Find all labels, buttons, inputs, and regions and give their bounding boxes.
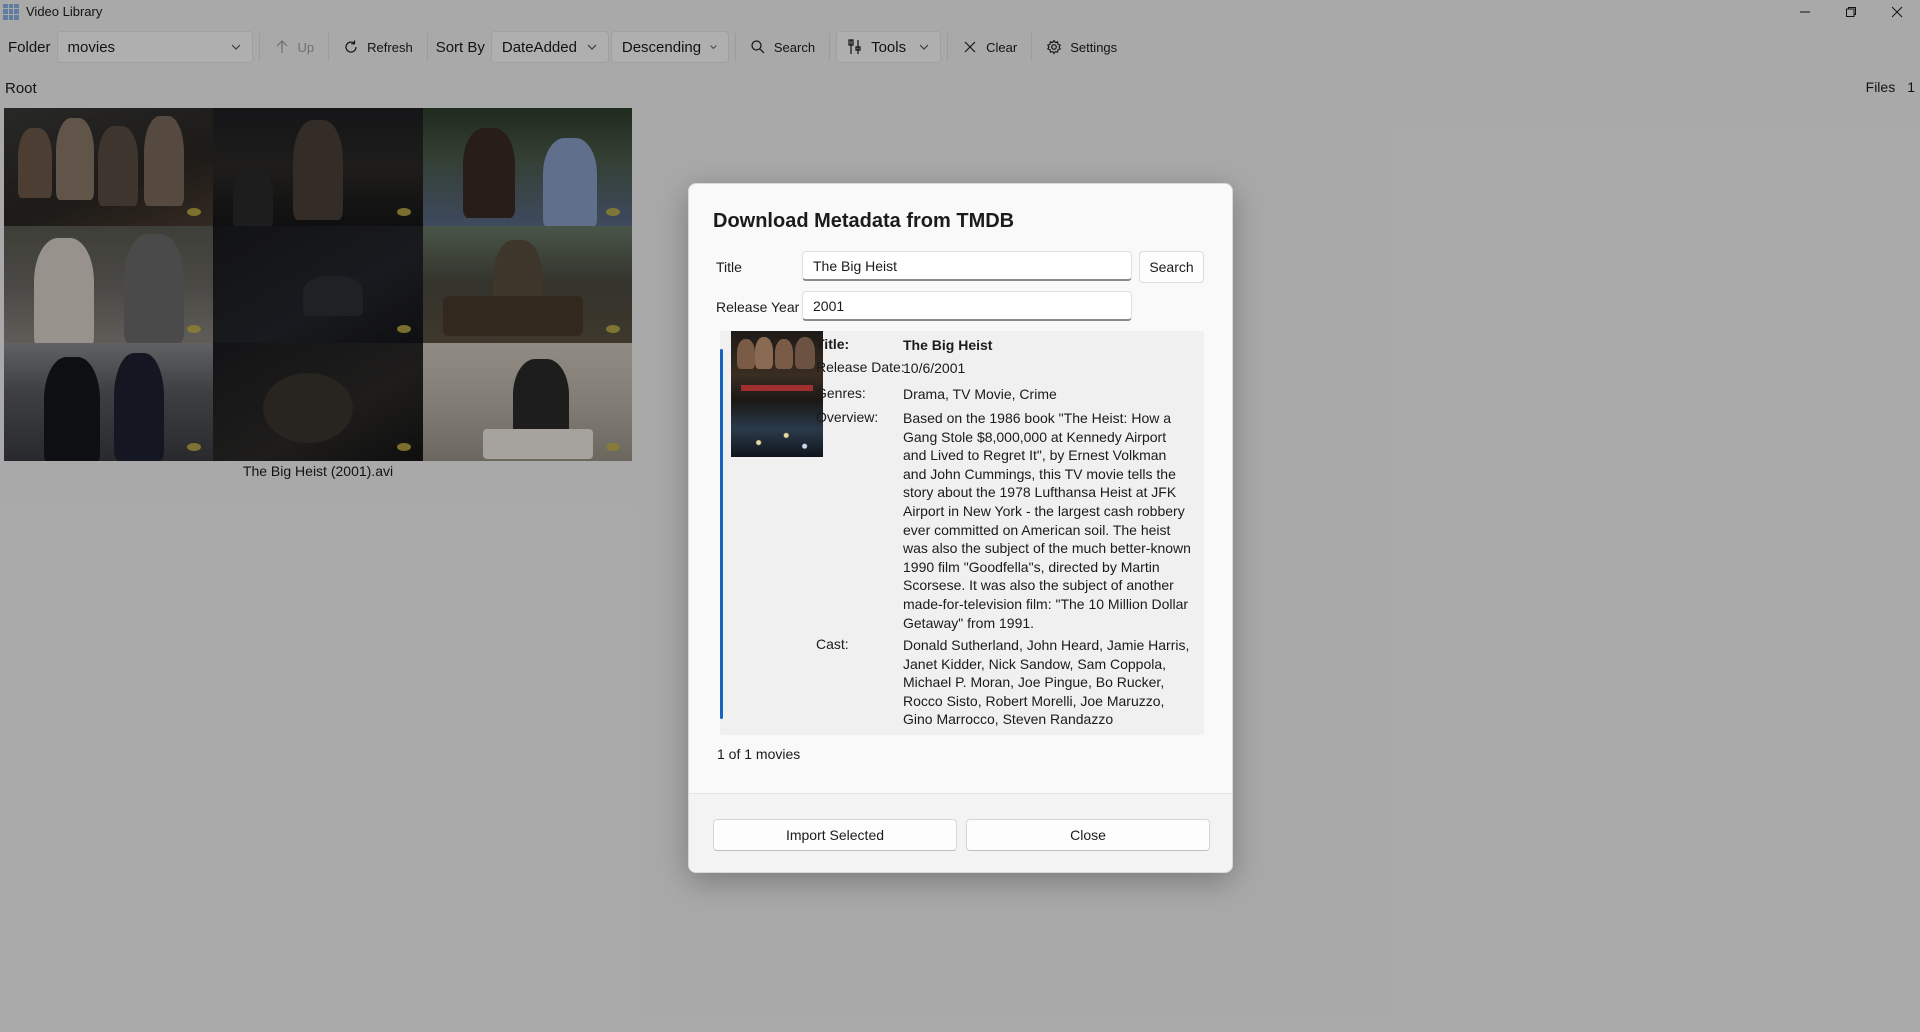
movie-poster	[731, 331, 823, 457]
results-list: Title: The Big Heist Release Date: 10/6/…	[720, 331, 1204, 735]
results-count: 1 of 1 movies	[717, 746, 801, 762]
result-item[interactable]: Title: The Big Heist Release Date: 10/6/…	[720, 331, 1204, 735]
dialog-footer: Import Selected Close	[689, 793, 1232, 872]
release-year-input[interactable]: 2001	[802, 291, 1132, 321]
title-key: Title:	[816, 336, 850, 352]
download-metadata-dialog: Download Metadata from TMDB Title The Bi…	[688, 183, 1233, 873]
cast-key: Cast:	[816, 636, 849, 652]
dialog-title: Download Metadata from TMDB	[713, 210, 1015, 232]
release-year-label: Release Year	[716, 299, 800, 315]
genres-key: Genres:	[816, 385, 866, 401]
close-button[interactable]: Close	[966, 819, 1210, 851]
result-release-date: 10/6/2001	[903, 360, 966, 376]
result-title: The Big Heist	[903, 337, 993, 353]
result-genres: Drama, TV Movie, Crime	[903, 386, 1057, 402]
result-overview: Based on the 1986 book "The Heist: How a…	[903, 410, 1191, 631]
release-year-value: 2001	[813, 297, 845, 314]
result-cast: Donald Sutherland, John Heard, Jamie Har…	[903, 637, 1190, 728]
video-library-window: Video Library Folder movies Up Refresh S…	[0, 0, 1920, 1032]
overview-key: Overview:	[816, 409, 879, 425]
release-date-key: Release Date:	[816, 359, 905, 375]
title-field-label: Title	[716, 259, 742, 275]
title-input[interactable]: The Big Heist	[802, 251, 1132, 281]
import-selected-button[interactable]: Import Selected	[713, 819, 957, 851]
title-input-value: The Big Heist	[813, 257, 898, 274]
dialog-search-button[interactable]: Search	[1139, 251, 1204, 283]
selection-indicator	[720, 349, 723, 719]
